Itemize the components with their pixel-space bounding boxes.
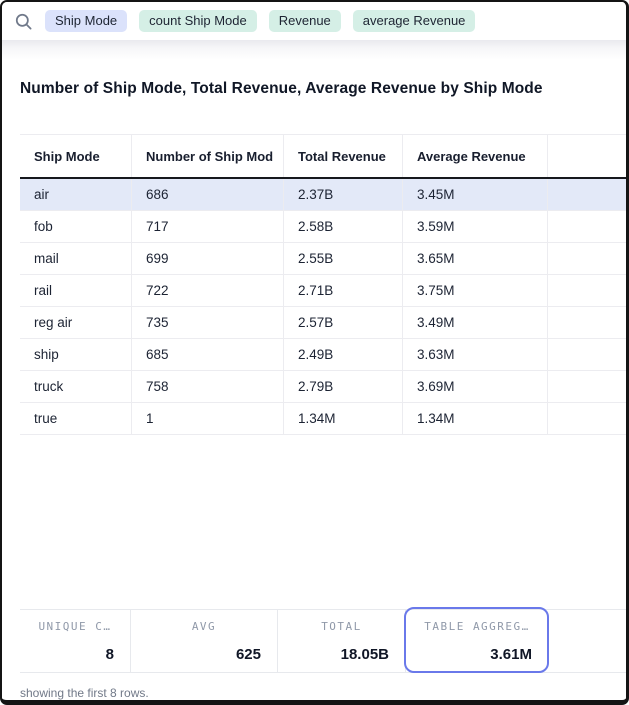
table-cell bbox=[548, 339, 626, 370]
table-cell: 1 bbox=[132, 403, 284, 434]
table-cell: air bbox=[20, 179, 132, 210]
searchbar-shadow bbox=[2, 40, 626, 60]
summary-label: TABLE AGGREG… bbox=[406, 620, 548, 633]
search-token-count-ship-mode[interactable]: count Ship Mode bbox=[139, 10, 257, 32]
table-cell: 735 bbox=[132, 307, 284, 338]
summary-cell-total[interactable]: TOTAL 18.05B bbox=[278, 610, 406, 672]
table-cell: fob bbox=[20, 211, 132, 242]
table-row[interactable]: air6862.37B3.45M bbox=[20, 179, 626, 211]
table-cell: 686 bbox=[132, 179, 284, 210]
table-header-row: Ship ModeNumber of Ship ModTotal Revenue… bbox=[20, 134, 626, 179]
summary-label: UNIQUE C… bbox=[20, 620, 130, 633]
summary-value: 18.05B bbox=[278, 646, 405, 663]
table-row[interactable]: true11.34M1.34M bbox=[20, 403, 626, 435]
summary-value: 8 bbox=[20, 646, 130, 663]
column-header-ship-mode[interactable]: Ship Mode bbox=[20, 135, 132, 177]
summary-cell-table-aggreg[interactable]: TABLE AGGREG… 3.61M bbox=[406, 610, 548, 672]
table-cell: true bbox=[20, 403, 132, 434]
table-cell: 722 bbox=[132, 275, 284, 306]
summary-cell-avg[interactable]: AVG 625 bbox=[131, 610, 278, 672]
table-cell: 3.45M bbox=[403, 179, 548, 210]
table-cell: 758 bbox=[132, 371, 284, 402]
table-cell: 3.49M bbox=[403, 307, 548, 338]
summary-value: 3.61M bbox=[406, 646, 548, 663]
table-cell: 3.59M bbox=[403, 211, 548, 242]
table-cell: ship bbox=[20, 339, 132, 370]
table-cell: 2.71B bbox=[284, 275, 403, 306]
table-cell: 685 bbox=[132, 339, 284, 370]
table-cell: 2.37B bbox=[284, 179, 403, 210]
table-cell bbox=[548, 371, 626, 402]
table-cell: 699 bbox=[132, 243, 284, 274]
table-cell: 2.55B bbox=[284, 243, 403, 274]
table-cell: truck bbox=[20, 371, 132, 402]
table-row[interactable]: truck7582.79B3.69M bbox=[20, 371, 626, 403]
result-panel: Number of Ship Mode, Total Revenue, Aver… bbox=[2, 60, 626, 700]
row-count-note: showing the first 8 rows. bbox=[2, 673, 626, 700]
table-cell: 2.57B bbox=[284, 307, 403, 338]
table-cell: rail bbox=[20, 275, 132, 306]
column-header-total-revenue[interactable]: Total Revenue bbox=[284, 135, 403, 177]
summary-row: UNIQUE C… 8AVG 625TOTAL 18.05BTABLE AGGREG…… bbox=[20, 609, 626, 673]
table-cell: 2.79B bbox=[284, 371, 403, 402]
table-empty-area bbox=[2, 435, 626, 609]
table-cell: 2.49B bbox=[284, 339, 403, 370]
summary-value: 625 bbox=[131, 646, 277, 663]
summary-label: TOTAL bbox=[278, 620, 405, 633]
search-bar[interactable]: Ship Mode count Ship Mode Revenue average R… bbox=[2, 2, 626, 40]
table-cell: 1.34M bbox=[403, 403, 548, 434]
table-cell bbox=[548, 179, 626, 210]
search-token-revenue[interactable]: Revenue bbox=[269, 10, 341, 32]
table-cell: reg air bbox=[20, 307, 132, 338]
table-cell: 3.63M bbox=[403, 339, 548, 370]
table-cell bbox=[548, 211, 626, 242]
column-header-average-revenue[interactable]: Average Revenue bbox=[403, 135, 548, 177]
column-header-number-of-ship-mod[interactable]: Number of Ship Mod bbox=[132, 135, 284, 177]
table-cell: 3.75M bbox=[403, 275, 548, 306]
search-token-average-revenue[interactable]: average Revenue bbox=[353, 10, 476, 32]
page-title: Number of Ship Mode, Total Revenue, Aver… bbox=[20, 80, 608, 98]
table-row[interactable]: reg air7352.57B3.49M bbox=[20, 307, 626, 339]
table-row[interactable]: fob7172.58B3.59M bbox=[20, 211, 626, 243]
table-row[interactable]: rail7222.71B3.75M bbox=[20, 275, 626, 307]
results-table: Ship ModeNumber of Ship ModTotal Revenue… bbox=[20, 134, 626, 435]
table-cell bbox=[548, 307, 626, 338]
table-cell bbox=[548, 275, 626, 306]
table-cell: 3.65M bbox=[403, 243, 548, 274]
app-window: Ship Mode count Ship Mode Revenue average R… bbox=[0, 0, 629, 705]
summary-cell-empty bbox=[548, 610, 626, 672]
column-header-empty[interactable] bbox=[548, 135, 626, 177]
table-cell: mail bbox=[20, 243, 132, 274]
table-body: air6862.37B3.45Mfob7172.58B3.59Mmail6992… bbox=[20, 179, 626, 435]
table-row[interactable]: mail6992.55B3.65M bbox=[20, 243, 626, 275]
table-cell: 717 bbox=[132, 211, 284, 242]
table-cell: 2.58B bbox=[284, 211, 403, 242]
search-token-ship-mode[interactable]: Ship Mode bbox=[45, 10, 127, 32]
table-cell bbox=[548, 243, 626, 274]
table-cell: 3.69M bbox=[403, 371, 548, 402]
search-token-list: Ship Mode count Ship Mode Revenue average R… bbox=[45, 10, 475, 32]
table-row[interactable]: ship6852.49B3.63M bbox=[20, 339, 626, 371]
table-cell bbox=[548, 403, 626, 434]
summary-cell-unique-c[interactable]: UNIQUE C… 8 bbox=[20, 610, 131, 672]
search-icon[interactable] bbox=[14, 12, 33, 31]
summary-label: AVG bbox=[131, 620, 277, 633]
table-cell: 1.34M bbox=[284, 403, 403, 434]
